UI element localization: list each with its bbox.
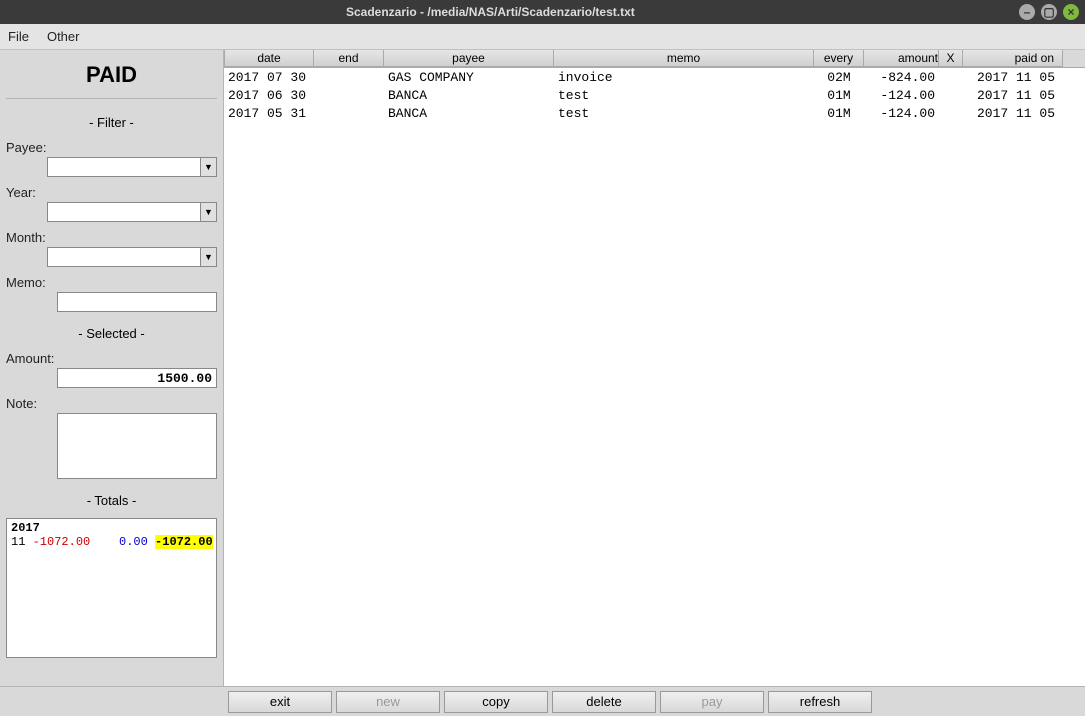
col-paidon[interactable]: paid on <box>963 50 1063 67</box>
col-x[interactable]: X <box>939 50 963 67</box>
filter-header: - Filter - <box>6 115 217 130</box>
copy-button[interactable]: copy <box>444 691 548 713</box>
selected-header: - Selected - <box>6 326 217 341</box>
col-every[interactable]: every <box>814 50 864 67</box>
refresh-button[interactable]: refresh <box>768 691 872 713</box>
month-combo[interactable]: ▼ <box>47 247 217 267</box>
paid-header: PAID <box>6 56 217 99</box>
col-end[interactable]: end <box>314 50 384 67</box>
exit-button[interactable]: exit <box>228 691 332 713</box>
col-date[interactable]: date <box>224 50 314 67</box>
menu-other[interactable]: Other <box>47 29 80 44</box>
table-row[interactable]: 2017 07 30 GAS COMPANY invoice 02M -824.… <box>224 68 1085 86</box>
year-combo[interactable]: ▼ <box>47 202 217 222</box>
table-row[interactable]: 2017 05 31 BANCA test 01M -124.00 2017 1… <box>224 104 1085 122</box>
pay-button[interactable]: pay <box>660 691 764 713</box>
chevron-down-icon[interactable]: ▼ <box>200 158 216 176</box>
col-payee[interactable]: payee <box>384 50 554 67</box>
delete-button[interactable]: delete <box>552 691 656 713</box>
table-row[interactable]: 2017 06 30 BANCA test 01M -124.00 2017 1… <box>224 86 1085 104</box>
memo-input[interactable] <box>57 292 217 312</box>
titlebar: Scadenzario - /media/NAS/Arti/Scadenzari… <box>0 0 1085 24</box>
payee-label: Payee: <box>6 140 217 155</box>
totals-year: 2017 <box>11 521 212 535</box>
note-textarea[interactable] <box>57 413 217 479</box>
amount-input[interactable] <box>57 368 217 388</box>
new-button[interactable]: new <box>336 691 440 713</box>
memo-label: Memo: <box>6 275 217 290</box>
totals-box: 2017 11 -1072.00 0.00 -1072.00 <box>6 518 217 658</box>
close-icon[interactable]: × <box>1063 4 1079 20</box>
month-label: Month: <box>6 230 217 245</box>
year-label: Year: <box>6 185 217 200</box>
window-title: Scadenzario - /media/NAS/Arti/Scadenzari… <box>346 5 635 19</box>
payee-combo[interactable]: ▼ <box>47 157 217 177</box>
chevron-down-icon[interactable]: ▼ <box>200 203 216 221</box>
sidebar: PAID - Filter - Payee: ▼ Year: ▼ Month: … <box>0 50 224 686</box>
chevron-down-icon[interactable]: ▼ <box>200 248 216 266</box>
grid-header: date end payee memo every amount X paid … <box>224 50 1085 68</box>
amount-label: Amount: <box>6 351 217 366</box>
menu-file[interactable]: File <box>8 29 29 44</box>
note-label: Note: <box>6 396 217 411</box>
main-grid: date end payee memo every amount X paid … <box>224 50 1085 686</box>
grid-body[interactable]: 2017 07 30 GAS COMPANY invoice 02M -824.… <box>224 68 1085 686</box>
totals-row: 11 -1072.00 0.00 -1072.00 <box>11 535 212 549</box>
col-memo[interactable]: memo <box>554 50 814 67</box>
maximize-icon[interactable]: ▢ <box>1041 4 1057 20</box>
bottombar: exit new copy delete pay refresh <box>0 686 1085 716</box>
col-amount[interactable]: amount <box>864 50 939 67</box>
totals-header: - Totals - <box>6 493 217 508</box>
menubar: File Other <box>0 24 1085 50</box>
minimize-icon[interactable]: – <box>1019 4 1035 20</box>
